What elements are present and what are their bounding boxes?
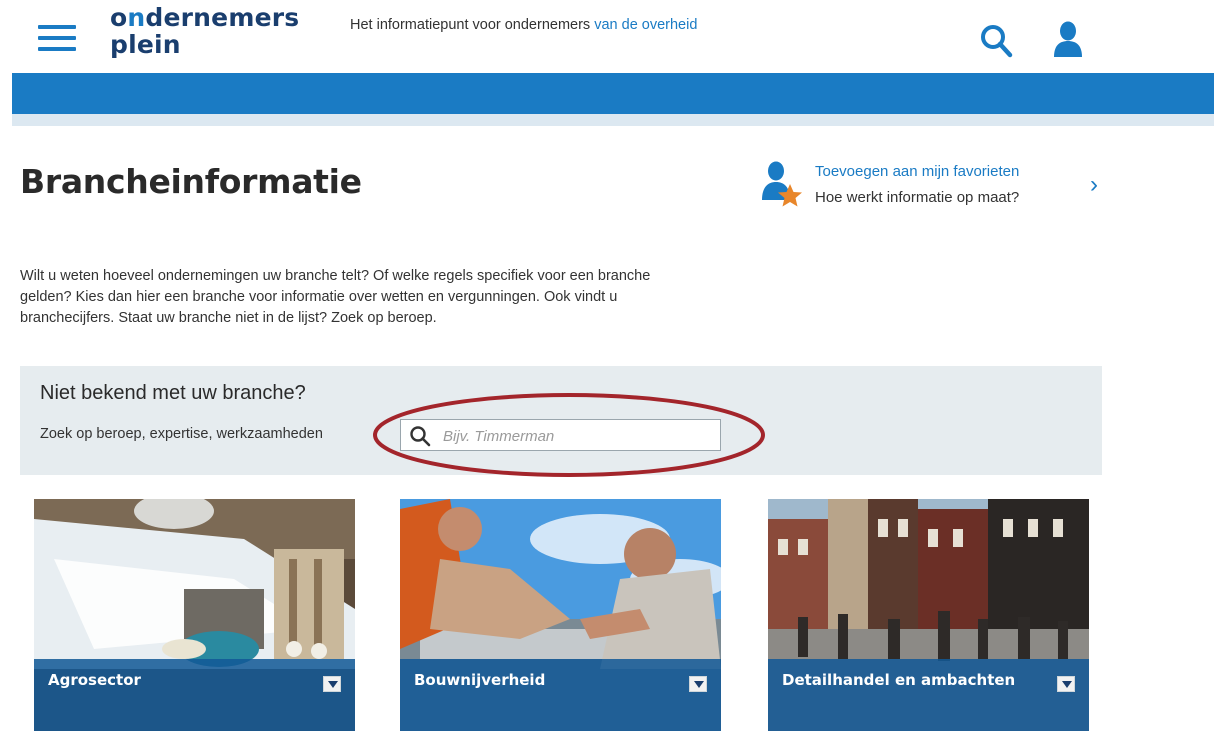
category-card-agrosector[interactable]: Agrosector — [34, 499, 355, 731]
hamburger-menu-icon[interactable] — [38, 25, 76, 55]
logo-letter-n: n — [127, 3, 146, 32]
tagline-link[interactable]: van de overheid — [594, 17, 697, 33]
magnifier-icon — [410, 426, 431, 447]
panel-title: Niet bekend met uw branche? — [40, 382, 306, 404]
card-label: Agrosector — [48, 671, 141, 689]
branch-search-panel: Niet bekend met uw branche? Zoek op bero… — [20, 366, 1102, 475]
site-tagline: Het informatiepunt voor ondernemers van … — [350, 17, 697, 33]
user-icon[interactable] — [1050, 20, 1086, 60]
favorites-user-star-icon[interactable] — [760, 160, 806, 210]
branch-search-box[interactable] — [400, 419, 721, 451]
chevron-down-icon[interactable] — [323, 676, 341, 692]
chevron-right-icon[interactable]: › — [1090, 173, 1098, 197]
logo-line2: plein — [110, 30, 181, 59]
tagline-prefix: Het informatiepunt voor ondernemers — [350, 17, 595, 33]
branch-search-input[interactable] — [443, 424, 713, 448]
intro-text: Wilt u weten hoeveel ondernemingen uw br… — [20, 266, 740, 329]
category-card-detailhandel[interactable]: Detailhandel en ambachten — [768, 499, 1089, 731]
card-label: Bouwnijverheid — [414, 671, 546, 689]
site-header: ondernemers plein Het informatiepunt voo… — [0, 0, 1214, 73]
intro-line: Wilt u weten hoeveel ondernemingen uw br… — [20, 268, 651, 284]
page-title: Brancheinformatie — [20, 162, 362, 201]
intro-line: branchecijfers. Staat uw branche niet in… — [20, 310, 437, 326]
favorites-subtext: Hoe werkt informatie op maat? — [815, 189, 1020, 206]
site-logo[interactable]: ondernemers plein — [110, 4, 299, 58]
header-blue-bar — [12, 73, 1214, 114]
logo-rest: dernemers — [145, 3, 300, 32]
intro-line: gelden? Kies dan hier een branche voor i… — [20, 289, 618, 305]
header-light-bar — [12, 114, 1214, 126]
card-label: Detailhandel en ambachten — [782, 671, 1016, 689]
card-caption: Bouwnijverheid — [400, 659, 721, 731]
chevron-down-icon[interactable] — [689, 676, 707, 692]
logo-letter-o: o — [110, 3, 128, 32]
chevron-down-icon[interactable] — [1057, 676, 1075, 692]
search-label: Zoek op beroep, expertise, werkzaamheden — [40, 426, 323, 442]
search-icon[interactable] — [978, 22, 1018, 62]
card-caption: Detailhandel en ambachten — [768, 659, 1089, 731]
card-caption: Agrosector — [34, 659, 355, 731]
category-card-bouwnijverheid[interactable]: Bouwnijverheid — [400, 499, 721, 731]
add-to-favorites-link[interactable]: Toevoegen aan mijn favorieten — [815, 163, 1019, 180]
